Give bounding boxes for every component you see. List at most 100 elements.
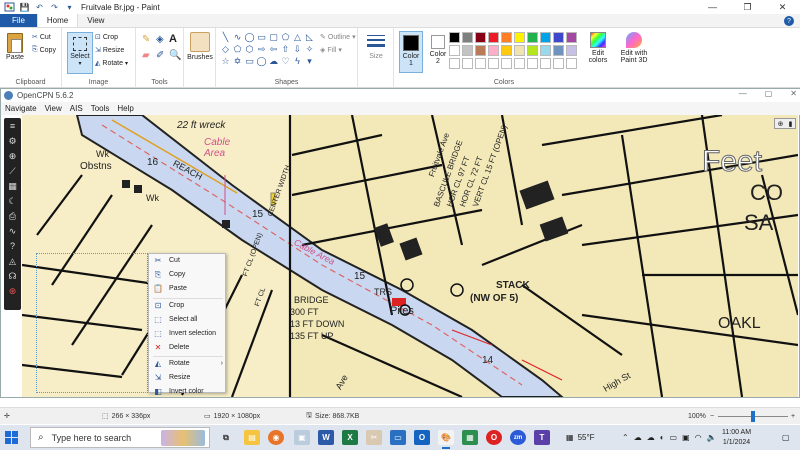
word-icon[interactable]: W bbox=[318, 430, 334, 445]
resize-button[interactable]: ⇲ Resize bbox=[95, 46, 124, 55]
palette-swatch[interactable] bbox=[501, 32, 512, 43]
snip-icon[interactable]: ✂ bbox=[366, 430, 382, 445]
menu-tools[interactable]: Tools bbox=[87, 104, 114, 113]
paste-button[interactable]: Paste bbox=[4, 33, 26, 61]
outline-dropdown[interactable]: ✎ Outline ▾ bbox=[320, 33, 356, 42]
chart-quilt-icon[interactable]: ▦ bbox=[7, 180, 19, 192]
show-hidden-icons-icon[interactable]: ⌃ bbox=[622, 433, 629, 442]
monitor-icon[interactable]: ▣ bbox=[682, 433, 690, 442]
palette-swatch[interactable] bbox=[501, 45, 512, 56]
pentagon-shape-icon[interactable]: ⬠ bbox=[232, 44, 243, 55]
palette-swatch[interactable] bbox=[501, 58, 512, 69]
palette-swatch[interactable] bbox=[462, 58, 473, 69]
magnifier-icon[interactable]: 🔍 bbox=[169, 50, 181, 61]
taskbar-search[interactable]: ⌕ Type here to search bbox=[30, 427, 210, 448]
opencpn-maximize-button[interactable]: ▢ bbox=[765, 89, 773, 98]
rotate-button[interactable]: ◭ Rotate ▾ bbox=[95, 59, 128, 68]
weather-widget[interactable]: ▦ 55°F bbox=[566, 425, 595, 450]
ais-icon[interactable]: ◬ bbox=[7, 255, 19, 267]
left-arrow-shape-icon[interactable]: ⇦ bbox=[268, 44, 279, 55]
palette-swatch[interactable] bbox=[540, 45, 551, 56]
sync-icon[interactable]: ◐ bbox=[660, 433, 665, 442]
menu-help[interactable]: Help bbox=[113, 104, 137, 113]
route-icon[interactable]: ⟋ bbox=[7, 165, 19, 177]
context-menu-item-paste[interactable]: 📋 Paste bbox=[149, 282, 227, 295]
battery-icon[interactable]: ▭ bbox=[670, 433, 678, 442]
palette-swatch[interactable] bbox=[527, 32, 538, 43]
firefox-icon[interactable]: ◉ bbox=[268, 430, 284, 445]
eraser-icon[interactable]: ▰ bbox=[142, 50, 150, 61]
help-icon-2[interactable]: ? bbox=[7, 240, 19, 252]
outlook-icon[interactable]: O bbox=[414, 430, 430, 445]
palette-swatch[interactable] bbox=[488, 32, 499, 43]
palette-swatch[interactable] bbox=[553, 32, 564, 43]
clock[interactable]: 11:00 AM 1/1/2024 bbox=[722, 428, 751, 448]
more-shapes-icon[interactable]: ▾ bbox=[304, 56, 315, 67]
minimize-button[interactable]: — bbox=[695, 0, 730, 14]
heart-shape-icon[interactable]: ♡ bbox=[280, 56, 291, 67]
shapes-gallery[interactable]: ╲ ∿ ◯ ▭ ▢ ⬠ △ ◺ ◇ ⬠ ⬡ ⇨ ⇦ ⇧ ⇩ ✧ ☆ ✡ ▭ ◯ … bbox=[220, 32, 315, 72]
night-mode-icon[interactable]: ☾ bbox=[7, 195, 19, 207]
palette-swatch[interactable] bbox=[488, 58, 499, 69]
wifi-icon[interactable]: ◠ bbox=[695, 433, 702, 442]
diamond-shape-icon[interactable]: ◇ bbox=[220, 44, 231, 55]
cloud-shape-icon[interactable]: ☁ bbox=[268, 56, 279, 67]
teams-icon[interactable]: T bbox=[534, 430, 550, 445]
palette-swatch[interactable] bbox=[488, 45, 499, 56]
selection-marquee[interactable] bbox=[36, 253, 148, 393]
rounded-rect-shape-icon[interactable]: ▢ bbox=[268, 32, 279, 43]
down-arrow-shape-icon[interactable]: ⇩ bbox=[292, 44, 303, 55]
hexagon-shape-icon[interactable]: ⬡ bbox=[244, 44, 255, 55]
edit-colors-button[interactable]: Edit colors bbox=[587, 32, 609, 64]
tab-file[interactable]: File bbox=[0, 14, 37, 27]
up-arrow-shape-icon[interactable]: ⇧ bbox=[280, 44, 291, 55]
remote-desktop-icon[interactable]: ▭ bbox=[390, 430, 406, 445]
context-menu-item-resize[interactable]: ⇲ Resize bbox=[149, 371, 227, 384]
file-explorer-icon[interactable]: ▤ bbox=[244, 430, 260, 445]
context-menu-item-copy[interactable]: ⎘ Copy bbox=[149, 268, 227, 281]
color-picker-icon[interactable]: ✐ bbox=[156, 50, 164, 61]
right-arrow-shape-icon[interactable]: ⇨ bbox=[256, 44, 267, 55]
star6-shape-icon[interactable]: ✡ bbox=[232, 56, 243, 67]
opencpn-close-button[interactable]: ✕ bbox=[790, 89, 797, 98]
redo-icon[interactable]: ↷ bbox=[49, 2, 60, 12]
opencpn-minimize-button[interactable]: — bbox=[739, 89, 747, 98]
palette-swatch[interactable] bbox=[566, 32, 577, 43]
mob-icon[interactable]: ☊ bbox=[7, 270, 19, 282]
grid-app-icon[interactable]: ▦ bbox=[462, 430, 478, 445]
curve-shape-icon[interactable]: ∿ bbox=[232, 32, 243, 43]
star4-shape-icon[interactable]: ✧ bbox=[304, 44, 315, 55]
menu-ais[interactable]: AIS bbox=[66, 104, 87, 113]
settings-gear-icon[interactable]: ⚙ bbox=[7, 135, 19, 147]
zoom-slider-thumb[interactable] bbox=[751, 411, 755, 422]
text-tool-icon[interactable]: A bbox=[169, 33, 177, 45]
menu-view[interactable]: View bbox=[41, 104, 66, 113]
context-menu-item-invert-selection[interactable]: ⬚ Invert selection bbox=[149, 327, 227, 340]
zoom-app-icon[interactable]: zm bbox=[510, 430, 526, 445]
palette-swatch[interactable] bbox=[566, 58, 577, 69]
palette-swatch[interactable] bbox=[553, 58, 564, 69]
undo-icon[interactable]: ↶ bbox=[34, 2, 45, 12]
palette-swatch[interactable] bbox=[514, 32, 525, 43]
save-icon[interactable]: 💾 bbox=[19, 2, 30, 12]
polygon-shape-icon[interactable]: ⬠ bbox=[280, 32, 291, 43]
task-view-icon[interactable]: ⧉ bbox=[218, 430, 234, 445]
context-menu-item-delete[interactable]: ✕ Delete bbox=[149, 341, 227, 354]
crop-button[interactable]: ⊡ Crop bbox=[95, 33, 118, 42]
palette-swatch[interactable] bbox=[449, 58, 460, 69]
maximize-button[interactable]: ❐ bbox=[730, 0, 765, 14]
zoom-in-icon-2[interactable]: + bbox=[791, 413, 795, 420]
zoom-in-icon[interactable]: ⊕ bbox=[7, 150, 19, 162]
tab-view[interactable]: View bbox=[78, 14, 113, 27]
color2-button[interactable]: Color 2 bbox=[426, 31, 450, 65]
line-shape-icon[interactable]: ╲ bbox=[220, 32, 231, 43]
context-menu-item-cut[interactable]: ✂ Cut bbox=[149, 254, 227, 267]
palette-swatch[interactable] bbox=[475, 58, 486, 69]
right-triangle-shape-icon[interactable]: ◺ bbox=[304, 32, 315, 43]
excel-icon[interactable]: X bbox=[342, 430, 358, 445]
copy-button[interactable]: ⎘ Copy bbox=[32, 46, 56, 54]
palette-swatch[interactable] bbox=[514, 45, 525, 56]
rectangle-shape-icon[interactable]: ▭ bbox=[256, 32, 267, 43]
palette-swatch[interactable] bbox=[553, 45, 564, 56]
notifications-icon[interactable]: ▢ bbox=[782, 425, 790, 450]
